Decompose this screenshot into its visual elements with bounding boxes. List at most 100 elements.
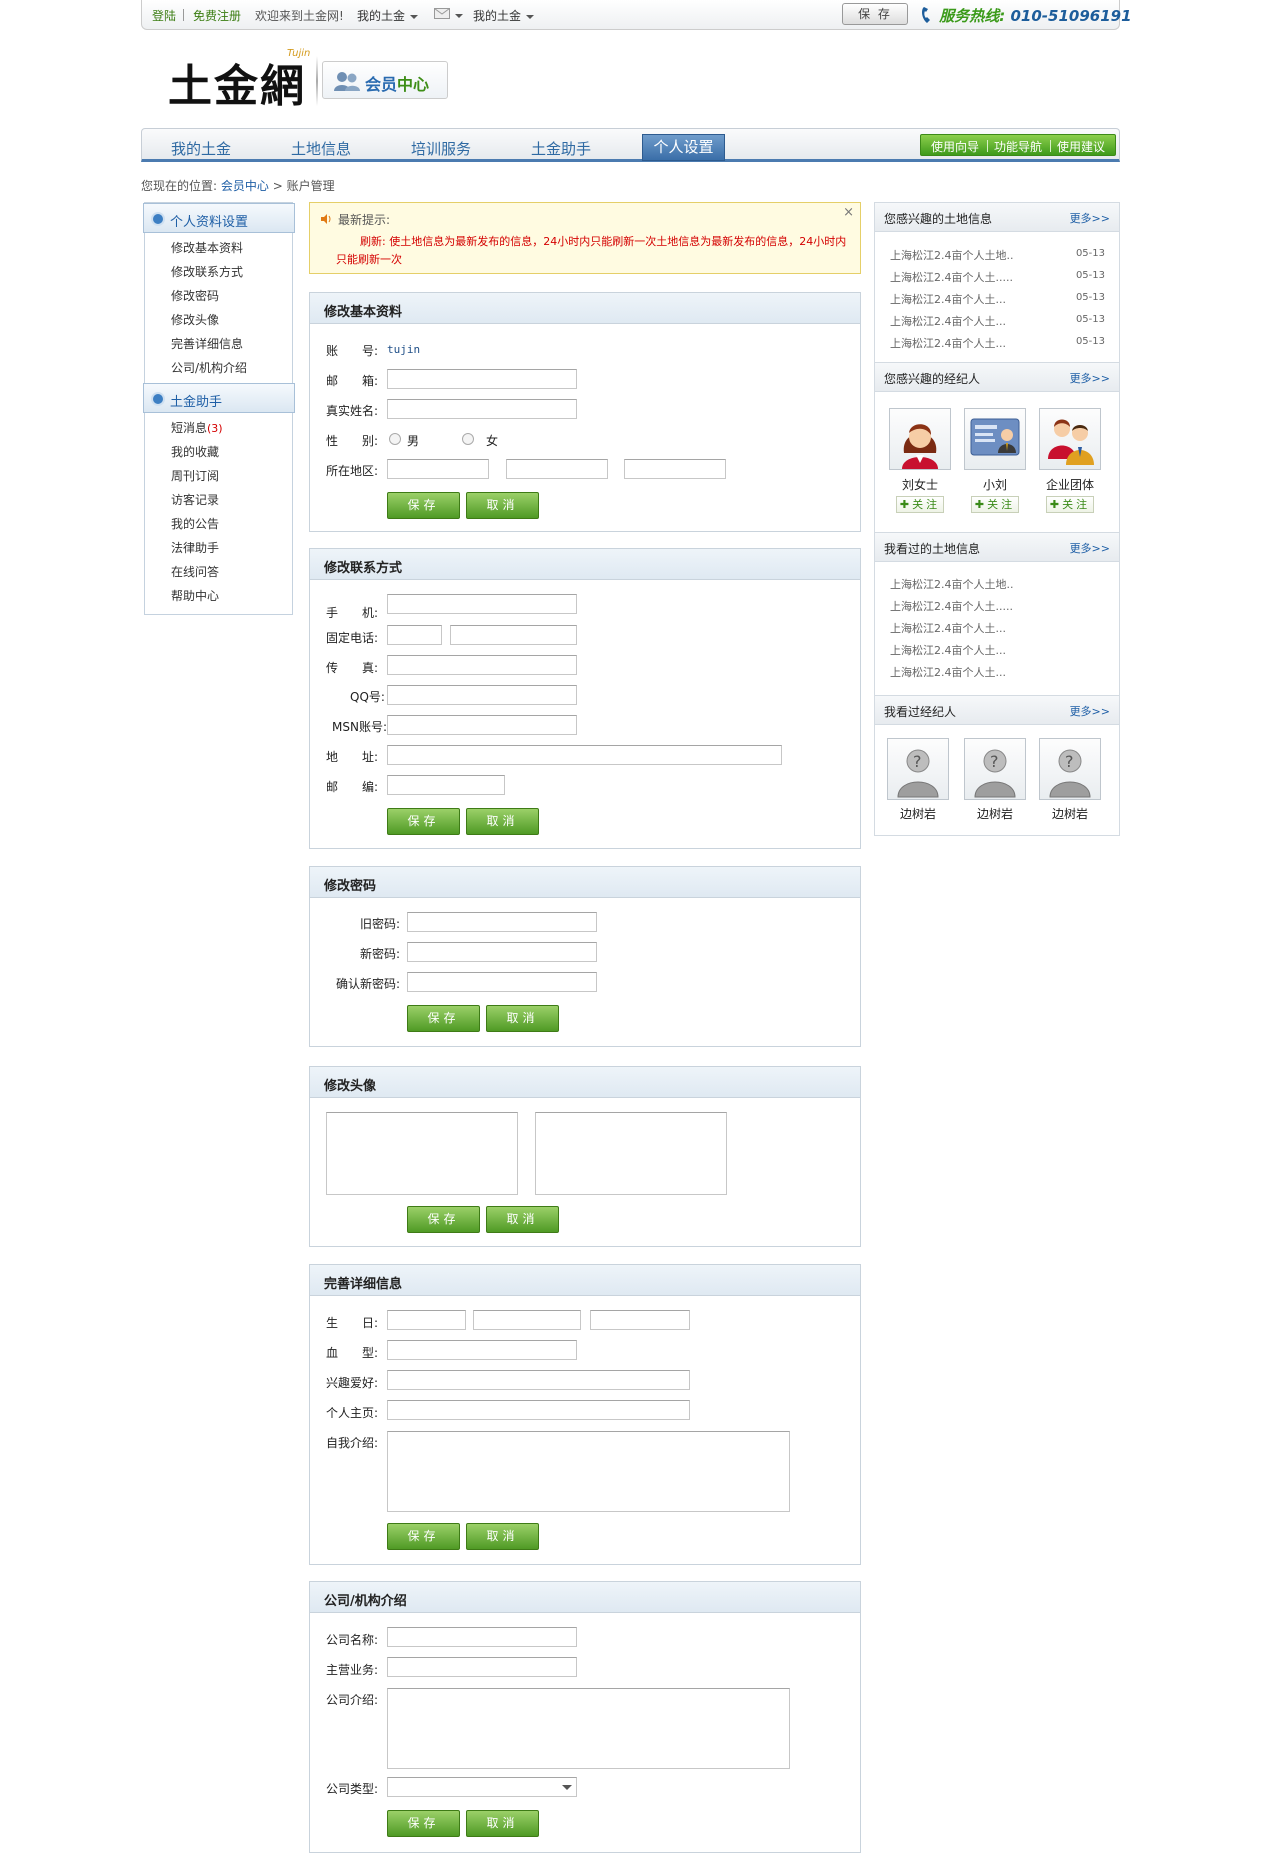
agent-name[interactable]: 刘女士 xyxy=(889,476,951,493)
region-city-select[interactable] xyxy=(506,459,608,479)
agent-avatar[interactable]: ? xyxy=(1039,738,1101,800)
realname-field[interactable] xyxy=(387,399,577,419)
mail-menu[interactable] xyxy=(434,8,463,22)
sidebar-item-avatar[interactable]: 修改头像 xyxy=(171,311,219,328)
sidebar-item-company[interactable]: 公司/机构介绍 xyxy=(171,359,247,376)
agent-avatar[interactable] xyxy=(889,408,951,470)
viewed-land-item[interactable]: 上海松江2.4亩个人土... xyxy=(890,620,1006,636)
sidebar-item-notices[interactable]: 我的公告 xyxy=(171,515,219,532)
land-item[interactable]: 上海松江2.4亩个人土... xyxy=(890,335,1006,351)
business-field[interactable] xyxy=(387,1657,577,1677)
address-field[interactable] xyxy=(387,745,782,765)
viewed-land-item[interactable]: 上海松江2.4亩个人土... xyxy=(890,642,1006,658)
nav-land-info[interactable]: 土地信息 xyxy=(291,138,351,159)
more-link[interactable]: 更多>> xyxy=(1070,703,1110,719)
cancel-button[interactable]: 取消 xyxy=(466,492,539,519)
nav-my-tujin[interactable]: 我的土金 xyxy=(171,138,231,159)
sidebar-item-weekly[interactable]: 周刊订阅 xyxy=(171,467,219,484)
msn-field[interactable] xyxy=(387,715,577,735)
more-link[interactable]: 更多>> xyxy=(1070,370,1110,386)
nav-training[interactable]: 培训服务 xyxy=(411,138,471,159)
follow-button[interactable]: ✚关注 xyxy=(971,496,1019,513)
viewed-land-item[interactable]: 上海松江2.4亩个人土... xyxy=(890,664,1006,680)
suggestion-link[interactable]: 使用建议 xyxy=(1057,138,1105,155)
agent-name[interactable]: 小刘 xyxy=(964,476,1026,493)
sidebar-item-password[interactable]: 修改密码 xyxy=(171,287,219,304)
agent-avatar[interactable]: ? xyxy=(964,738,1026,800)
homepage-field[interactable] xyxy=(387,1400,690,1420)
email-field[interactable] xyxy=(387,369,577,389)
birthday-month-select[interactable] xyxy=(473,1310,581,1330)
breadcrumb-home[interactable]: 会员中心 xyxy=(221,179,269,193)
intro-textarea[interactable] xyxy=(387,1431,790,1512)
sidebar-item-favorites[interactable]: 我的收藏 xyxy=(171,443,219,460)
guide-link[interactable]: 使用向导 xyxy=(931,138,979,155)
nav-assistant[interactable]: 土金助手 xyxy=(531,138,591,159)
sidebar-group-assistant[interactable]: 土金助手 xyxy=(143,383,295,413)
sidebar-item-qa[interactable]: 在线问答 xyxy=(171,563,219,580)
my-tujin-menu[interactable]: 我的土金 xyxy=(357,7,419,24)
agent-avatar[interactable] xyxy=(1039,408,1101,470)
function-nav-link[interactable]: 功能导航 xyxy=(994,138,1042,155)
viewed-land-item[interactable]: 上海松江2.4亩个人土..... xyxy=(890,598,1013,614)
more-link[interactable]: 更多>> xyxy=(1070,540,1110,556)
company-intro-textarea[interactable] xyxy=(387,1688,790,1769)
agent-name[interactable]: 边树岩 xyxy=(1039,805,1101,822)
agent-avatar[interactable] xyxy=(964,408,1026,470)
phone-number-field[interactable] xyxy=(450,625,577,645)
save-button[interactable]: 保存 xyxy=(387,1523,460,1550)
save-button[interactable]: 保存 xyxy=(407,1206,480,1233)
sidebar-item-detail[interactable]: 完善详细信息 xyxy=(171,335,243,352)
sidebar-item-law[interactable]: 法律助手 xyxy=(171,539,219,556)
agent-name[interactable]: 边树岩 xyxy=(887,805,949,822)
more-link[interactable]: 更多>> xyxy=(1070,210,1110,226)
sidebar-item-visitors[interactable]: 访客记录 xyxy=(171,491,219,508)
cancel-button[interactable]: 取消 xyxy=(466,1810,539,1837)
avatar-upload-area[interactable] xyxy=(326,1112,518,1195)
region-province-select[interactable] xyxy=(387,459,489,479)
nav-personal-settings[interactable]: 个人设置 xyxy=(642,134,725,161)
birthday-day-select[interactable] xyxy=(590,1310,690,1330)
mobile-field[interactable] xyxy=(387,594,577,614)
company-name-field[interactable] xyxy=(387,1627,577,1647)
zip-field[interactable] xyxy=(387,775,505,795)
hobby-field[interactable] xyxy=(387,1370,690,1390)
region-district-select[interactable] xyxy=(624,459,726,479)
cancel-button[interactable]: 取消 xyxy=(486,1206,559,1233)
close-icon[interactable]: × xyxy=(843,205,854,220)
cancel-button[interactable]: 取消 xyxy=(466,808,539,835)
login-link[interactable]: 登陆 xyxy=(152,7,176,24)
viewed-land-item[interactable]: 上海松江2.4亩个人土地.. xyxy=(890,576,1014,592)
land-item[interactable]: 上海松江2.4亩个人土... xyxy=(890,313,1006,329)
land-item[interactable]: 上海松江2.4亩个人土..... xyxy=(890,269,1013,285)
cancel-button[interactable]: 取消 xyxy=(486,1005,559,1032)
sidebar-item-contact[interactable]: 修改联系方式 xyxy=(171,263,243,280)
sidebar-item-basic[interactable]: 修改基本资料 xyxy=(171,239,243,256)
save-button[interactable]: 保存 xyxy=(387,492,460,519)
save-button[interactable]: 保存 xyxy=(387,808,460,835)
land-item[interactable]: 上海松江2.4亩个人土... xyxy=(890,291,1006,307)
sidebar-group-profile[interactable]: 个人资料设置 xyxy=(143,203,295,233)
follow-button[interactable]: ✚关注 xyxy=(896,496,944,513)
new-password-field[interactable] xyxy=(407,942,597,962)
agent-avatar[interactable]: ? xyxy=(887,738,949,800)
my-tujin-menu-2[interactable]: 我的土金 xyxy=(473,7,535,24)
fax-field[interactable] xyxy=(387,655,577,675)
land-item[interactable]: 上海松江2.4亩个人土地.. xyxy=(890,247,1014,263)
gender-male-radio[interactable] xyxy=(389,433,401,445)
qq-field[interactable] xyxy=(387,685,577,705)
save-button[interactable]: 保存 xyxy=(407,1005,480,1032)
agent-name[interactable]: 企业团体 xyxy=(1039,476,1101,493)
top-save-button[interactable]: 保 存 xyxy=(842,3,908,25)
save-button[interactable]: 保存 xyxy=(387,1810,460,1837)
confirm-password-field[interactable] xyxy=(407,972,597,992)
gender-female-radio[interactable] xyxy=(462,433,474,445)
cancel-button[interactable]: 取消 xyxy=(466,1523,539,1550)
sidebar-item-sms[interactable]: 短消息(3) xyxy=(171,419,223,436)
site-logo[interactable]: 土金網 xyxy=(168,50,306,114)
phone-area-field[interactable] xyxy=(387,625,442,645)
company-type-select[interactable] xyxy=(387,1777,577,1797)
old-password-field[interactable] xyxy=(407,912,597,932)
agent-name[interactable]: 边树岩 xyxy=(964,805,1026,822)
follow-button[interactable]: ✚关注 xyxy=(1046,496,1094,513)
